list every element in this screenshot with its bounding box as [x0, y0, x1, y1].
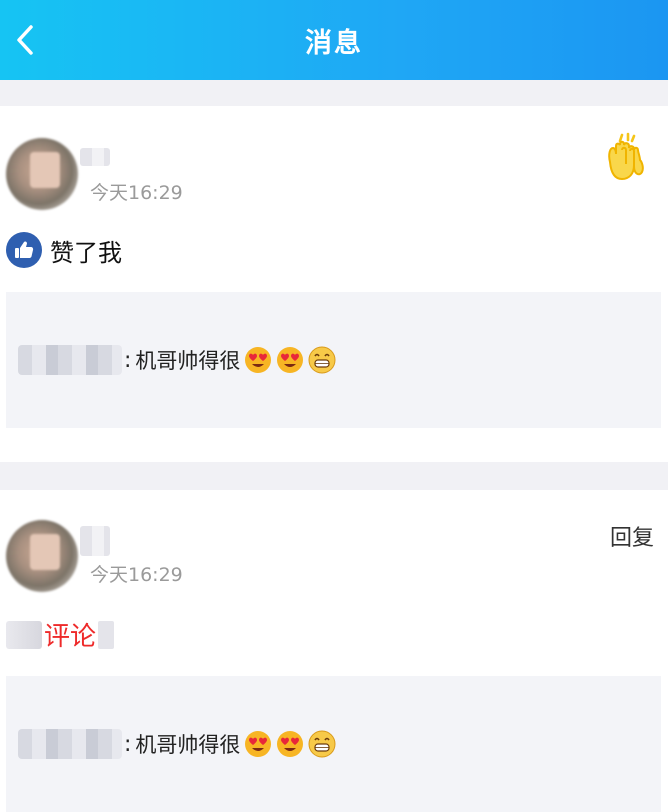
action-text: 赞了我	[50, 238, 122, 267]
quoted-post[interactable]: : 机哥帅得很	[6, 292, 661, 428]
chevron-left-icon	[17, 25, 33, 55]
heart-eyes-emoji	[277, 731, 304, 757]
username-redacted	[80, 148, 110, 166]
quoted-text: 机哥帅得很	[135, 733, 241, 757]
message-card-like[interactable]: 今天16:29 赞了我 : 机哥帅得很	[0, 106, 668, 462]
high-five-icon[interactable]	[602, 132, 648, 184]
message-card-comment[interactable]: 今天16:29 回复 评论 : 机哥帅得很	[0, 490, 668, 812]
grinning-emoji	[308, 730, 336, 758]
timestamp: 今天16:29	[90, 564, 183, 586]
reply-button[interactable]: 回复	[610, 520, 654, 552]
heart-eyes-emoji	[245, 731, 272, 757]
quoted-username-redacted	[18, 345, 122, 375]
quoted-post-content: : 机哥帅得很	[18, 728, 336, 760]
heart-eyes-emoji	[277, 347, 304, 373]
quoted-text: 机哥帅得很	[135, 349, 241, 373]
back-button[interactable]	[0, 0, 50, 80]
comment-redacted	[98, 620, 115, 649]
comment-row: 评论	[6, 616, 115, 653]
colon: :	[124, 731, 132, 757]
colon: :	[124, 347, 132, 373]
thumbs-up-icon	[6, 232, 42, 268]
top-bar: 消息	[0, 0, 668, 80]
comment-redacted	[6, 620, 42, 649]
username-redacted	[80, 526, 110, 556]
avatar[interactable]	[6, 138, 78, 210]
like-action-row: 赞了我	[6, 232, 122, 268]
heart-eyes-emoji	[245, 347, 272, 373]
quoted-post-content: : 机哥帅得很	[18, 344, 336, 376]
quoted-username-redacted	[18, 729, 122, 759]
page-title: 消息	[305, 27, 363, 59]
quoted-post[interactable]: : 机哥帅得很	[6, 676, 661, 812]
grinning-emoji	[308, 346, 336, 374]
avatar[interactable]	[6, 520, 78, 592]
timestamp: 今天16:29	[90, 182, 183, 204]
comment-text: 评论	[44, 622, 97, 652]
